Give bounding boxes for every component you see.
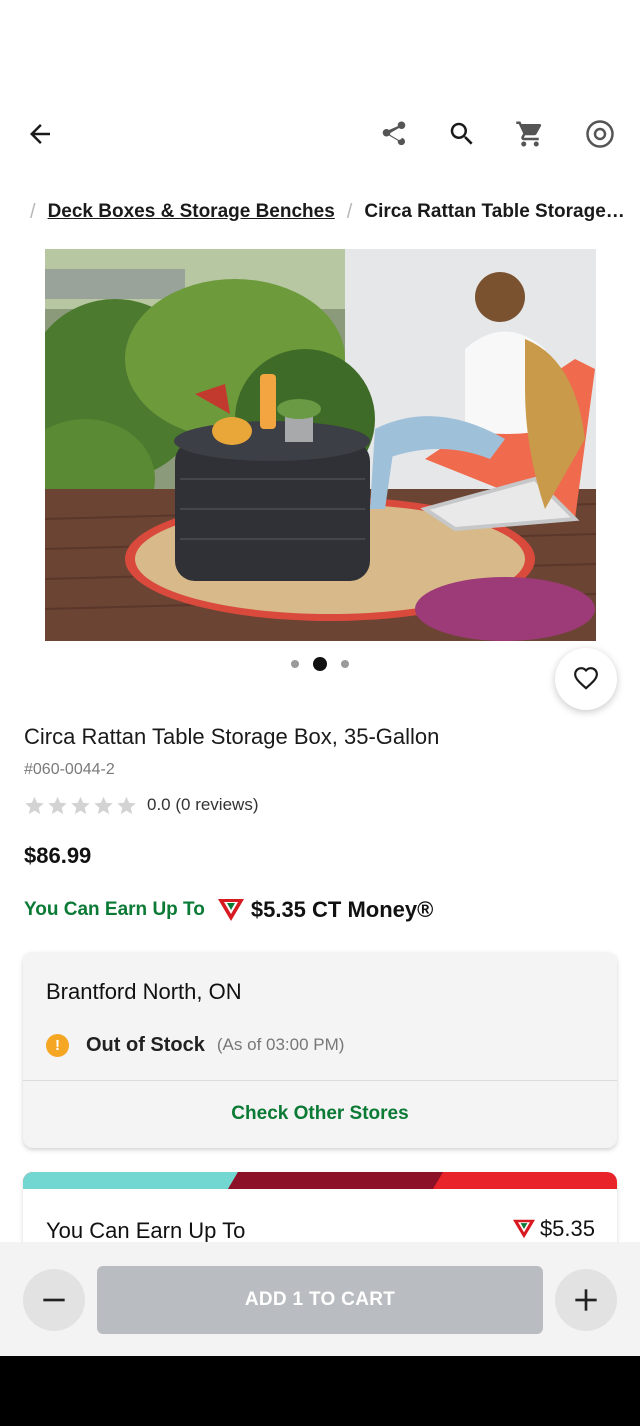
earn-card-value: $5.35 (512, 1216, 595, 1242)
cart-icon (516, 121, 542, 147)
star-icon (117, 796, 136, 814)
account-button[interactable] (580, 114, 620, 154)
ct-triangle-icon (217, 899, 244, 921)
earn-amount: $5.35 CT Money® (250, 897, 434, 922)
product-sku: #060-0044-2 (24, 761, 115, 778)
star-icon (48, 796, 67, 814)
breadcrumb-link-category[interactable]: Deck Boxes & Storage Benches (48, 201, 335, 223)
app-bar (0, 100, 640, 170)
breadcrumb-separator: / (346, 200, 353, 223)
rating-stars (24, 795, 137, 816)
rating-text: 0.0 (0 reviews) (147, 795, 259, 814)
pagination-dot-active[interactable] (313, 657, 327, 671)
share-button[interactable] (374, 114, 414, 154)
decrease-quantity-button[interactable] (23, 1269, 85, 1331)
account-icon (586, 120, 614, 148)
earn-card-amount: $5.35 (539, 1216, 595, 1241)
minus-icon (43, 1298, 65, 1302)
brand-stripe-graphic (23, 1172, 617, 1189)
system-nav-bar (0, 1356, 640, 1426)
star-icon (25, 796, 44, 814)
breadcrumb: / Deck Boxes & Storage Benches / Circa R… (30, 198, 630, 226)
favorite-button[interactable] (555, 648, 617, 710)
ct-triangle-icon (512, 1219, 535, 1239)
breadcrumb-separator: / (30, 200, 36, 223)
image-pagination (0, 656, 640, 672)
cart-button[interactable] (510, 114, 550, 154)
warning-icon: ! (46, 1033, 69, 1057)
ct-money-earn: You Can Earn Up To $5.35 CT Money® (24, 893, 433, 927)
heart-icon (574, 667, 598, 690)
increase-quantity-button[interactable] (555, 1269, 617, 1331)
product-rating[interactable]: 0.0 (0 reviews) (24, 792, 258, 818)
store-availability-card: Brantford North, ON ! Out of Stock (As o… (23, 952, 617, 1148)
pagination-dot[interactable] (291, 660, 299, 668)
earn-label: You Can Earn Up To (24, 899, 205, 920)
plus-icon (575, 1289, 597, 1311)
search-button[interactable] (442, 114, 482, 154)
share-icon (382, 121, 406, 146)
back-button[interactable] (20, 114, 60, 154)
product-photo (45, 249, 596, 641)
stock-as-of: (As of 03:00 PM) (216, 1035, 345, 1054)
arrow-left-icon (30, 124, 50, 144)
check-other-stores-button[interactable]: Check Other Stores (23, 1080, 617, 1148)
search-icon (450, 122, 473, 145)
store-location[interactable]: Brantford North, ON (46, 979, 242, 1005)
pagination-dot[interactable] (341, 660, 349, 668)
earn-card-label: You Can Earn Up To (46, 1218, 246, 1243)
star-icon (94, 796, 113, 814)
product-price: $86.99 (24, 843, 92, 868)
breadcrumb-current: Circa Rattan Table Storage Box, 35-Gallo… (364, 201, 630, 222)
add-to-cart-bar: ADD 1 TO CART (0, 1242, 640, 1356)
product-image[interactable] (45, 249, 596, 641)
stock-status-text: Out of Stock (86, 1033, 205, 1056)
stock-status: ! Out of Stock (As of 03:00 PM) (46, 1032, 344, 1058)
add-to-cart-button[interactable]: ADD 1 TO CART (97, 1266, 543, 1334)
brand-stripe (23, 1172, 617, 1189)
star-icon (71, 796, 90, 814)
product-title: Circa Rattan Table Storage Box, 35-Gallo… (24, 724, 440, 749)
